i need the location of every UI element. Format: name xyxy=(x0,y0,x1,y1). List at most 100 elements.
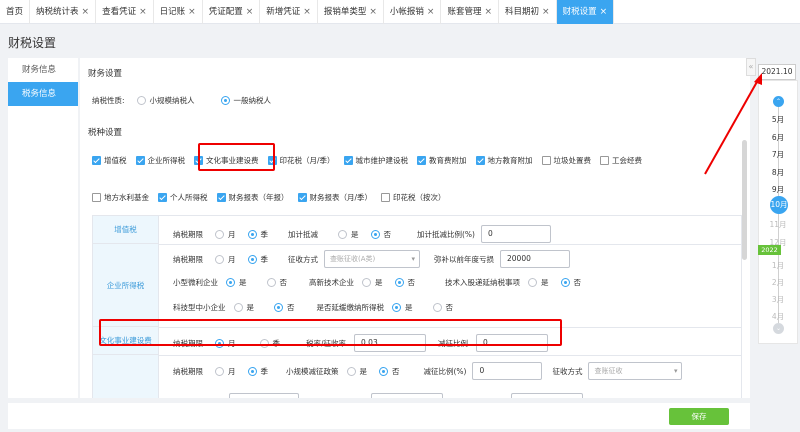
chevron-down-icon: ▾ xyxy=(673,367,678,375)
stamp-reduce-input[interactable]: 0 xyxy=(472,362,543,380)
tax-type-option[interactable]: 个人所得税 xyxy=(158,192,208,203)
checkbox[interactable] xyxy=(92,156,101,165)
cit-sme-yes-radio[interactable] xyxy=(233,303,243,312)
checkbox[interactable] xyxy=(475,156,485,165)
tax-type-option[interactable]: 城市维护建设税 xyxy=(343,155,408,166)
cit-hitech-yes-radio[interactable] xyxy=(362,278,371,287)
close-icon[interactable]: × xyxy=(600,7,608,17)
tax-type-option[interactable]: 教育费附加 xyxy=(417,155,467,166)
cit-small-yes-radio[interactable] xyxy=(226,278,235,287)
checkbox[interactable] xyxy=(158,193,167,202)
stamp-extra-input-1[interactable] xyxy=(229,393,299,398)
close-icon[interactable]: × xyxy=(369,7,377,17)
stamp-policy-no-radio[interactable] xyxy=(379,366,388,376)
stamp-month-radio[interactable] xyxy=(215,366,224,376)
tab-8[interactable]: 账套管理 × xyxy=(441,0,500,24)
nav-item-finance-info[interactable]: 财务信息 xyxy=(8,58,78,82)
tab-5[interactable]: 新增凭证 × xyxy=(260,0,318,24)
tab-9[interactable]: 科目期初 × xyxy=(499,0,557,24)
cit-tech-yes-radio[interactable] xyxy=(528,278,537,287)
cit-method-select[interactable]: 查账征收(A类) ▾ xyxy=(324,250,420,268)
close-icon[interactable]: × xyxy=(542,7,550,17)
tax-type-option[interactable]: 地方水利基金 xyxy=(92,192,149,203)
vat-addl-label: 加计抵减 xyxy=(288,229,318,239)
cit-hitech-no-radio[interactable] xyxy=(394,278,404,287)
tab-6[interactable]: 报销单类型 × xyxy=(318,0,384,24)
timeline-month[interactable]: 1月 xyxy=(758,260,798,271)
vat-ratio-input[interactable]: 0 xyxy=(480,225,551,243)
timeline-month[interactable]: 9月 xyxy=(758,184,798,195)
save-button[interactable]: 保存 xyxy=(669,408,729,425)
timeline-current-month[interactable]: 10月 xyxy=(770,195,788,214)
stamp-method-select[interactable]: 查账征收 ▾ xyxy=(588,362,683,380)
stamp-policy-yes-radio[interactable] xyxy=(346,366,356,376)
tab-bar: 首页 纳税统计表 × 查看凭证 × 日记账 × 凭证配置 × 新增凭证 × 报销单类型 × 小帐报销 × 账套… xyxy=(0,0,800,24)
close-icon[interactable]: × xyxy=(303,7,311,17)
cit-tech-no-label: 否 xyxy=(573,278,582,287)
vat-addl-no-radio[interactable] xyxy=(370,229,380,239)
nav-item-tax-info[interactable]: 税务信息 xyxy=(8,82,78,106)
tax-type-option[interactable]: 工会经费 xyxy=(600,155,642,166)
general-taxpayer-label: 一般纳税人 xyxy=(233,96,272,105)
finance-section-title: 财务设置 xyxy=(88,69,123,79)
timeline-month[interactable]: 2月 xyxy=(758,277,798,288)
tab-0[interactable]: 首页 xyxy=(0,0,31,24)
cit-hitech-no-label: 否 xyxy=(407,278,416,287)
checkbox[interactable] xyxy=(216,193,226,202)
timeline-up-icon[interactable]: ⌃ xyxy=(773,96,784,107)
cit-sme-no-label: 否 xyxy=(287,303,295,312)
cit-defer-yes-radio[interactable] xyxy=(392,303,401,312)
vat-quarter-radio[interactable] xyxy=(247,229,257,239)
close-icon[interactable]: × xyxy=(82,7,90,17)
checkbox[interactable] xyxy=(541,156,551,165)
timeline-year-badge: 2022 xyxy=(758,245,781,255)
vat-month-radio[interactable] xyxy=(215,229,224,239)
general-taxpayer-radio[interactable] xyxy=(220,96,230,105)
small-scale-radio[interactable] xyxy=(136,96,146,105)
timeline-month[interactable]: 4月 xyxy=(758,311,798,322)
tab-3[interactable]: 日记账 × xyxy=(154,0,203,24)
close-icon[interactable]: × xyxy=(427,7,435,17)
cit-loss-input[interactable]: 20000 xyxy=(500,250,570,268)
tax-type-label: 印花税（月/季） xyxy=(279,156,335,165)
cit-tech-no-radio[interactable] xyxy=(560,278,570,287)
tax-type-option[interactable]: 垃圾处置费 xyxy=(541,155,591,166)
tax-type-option[interactable]: 财务报表（年报） xyxy=(216,192,289,203)
cit-defer-no-radio[interactable] xyxy=(432,303,442,312)
tab-7[interactable]: 小帐报销 × xyxy=(384,0,442,24)
timeline-down-icon[interactable]: ⌄ xyxy=(773,323,784,334)
checkbox[interactable] xyxy=(135,156,145,165)
stamp-quarter-radio[interactable] xyxy=(247,366,257,376)
tax-type-option[interactable]: 印花税（按次） xyxy=(381,192,446,203)
tax-type-option[interactable]: 增值税 xyxy=(92,155,127,166)
tax-type-option[interactable]: 地方教育附加 xyxy=(475,155,533,166)
checkbox[interactable] xyxy=(381,193,391,202)
tab-4[interactable]: 凭证配置 × xyxy=(203,0,261,24)
close-icon[interactable]: × xyxy=(188,7,196,17)
vat-addl-yes-radio[interactable] xyxy=(338,229,347,239)
checkbox[interactable] xyxy=(600,156,610,165)
close-icon[interactable]: × xyxy=(246,7,254,17)
close-icon[interactable]: × xyxy=(484,7,492,17)
stamp-extra-input-3[interactable] xyxy=(511,393,583,398)
checkbox[interactable] xyxy=(92,193,101,202)
tab-1[interactable]: 纳税统计表 × xyxy=(30,0,97,24)
close-icon[interactable]: × xyxy=(139,7,147,17)
checkbox[interactable] xyxy=(297,193,307,202)
cit-defer-label: 是否延缓缴纳所得税 xyxy=(316,303,385,312)
cit-small-no-radio[interactable] xyxy=(266,278,276,287)
stamp-extra-input-2[interactable] xyxy=(371,393,443,398)
tab-10[interactable]: 财税设置 × xyxy=(556,0,615,24)
tax-type-option[interactable]: 企业所得税 xyxy=(135,155,185,166)
cit-sme-no-radio[interactable] xyxy=(274,303,283,312)
timeline-month[interactable]: 11月 xyxy=(758,219,798,230)
tab-2[interactable]: 查看凭证 × xyxy=(96,0,154,24)
tax-type-option[interactable]: 财务报表（月/季） xyxy=(297,192,372,203)
checkbox[interactable] xyxy=(417,156,427,165)
cit-quarter-radio[interactable] xyxy=(247,254,257,264)
tax-type-option[interactable]: 印花税（月/季） xyxy=(267,155,335,166)
checkbox[interactable] xyxy=(343,156,353,165)
cit-row-header: 企业所得税 xyxy=(93,244,159,327)
cit-month-radio[interactable] xyxy=(215,254,224,264)
timeline-month[interactable]: 3月 xyxy=(758,294,798,305)
